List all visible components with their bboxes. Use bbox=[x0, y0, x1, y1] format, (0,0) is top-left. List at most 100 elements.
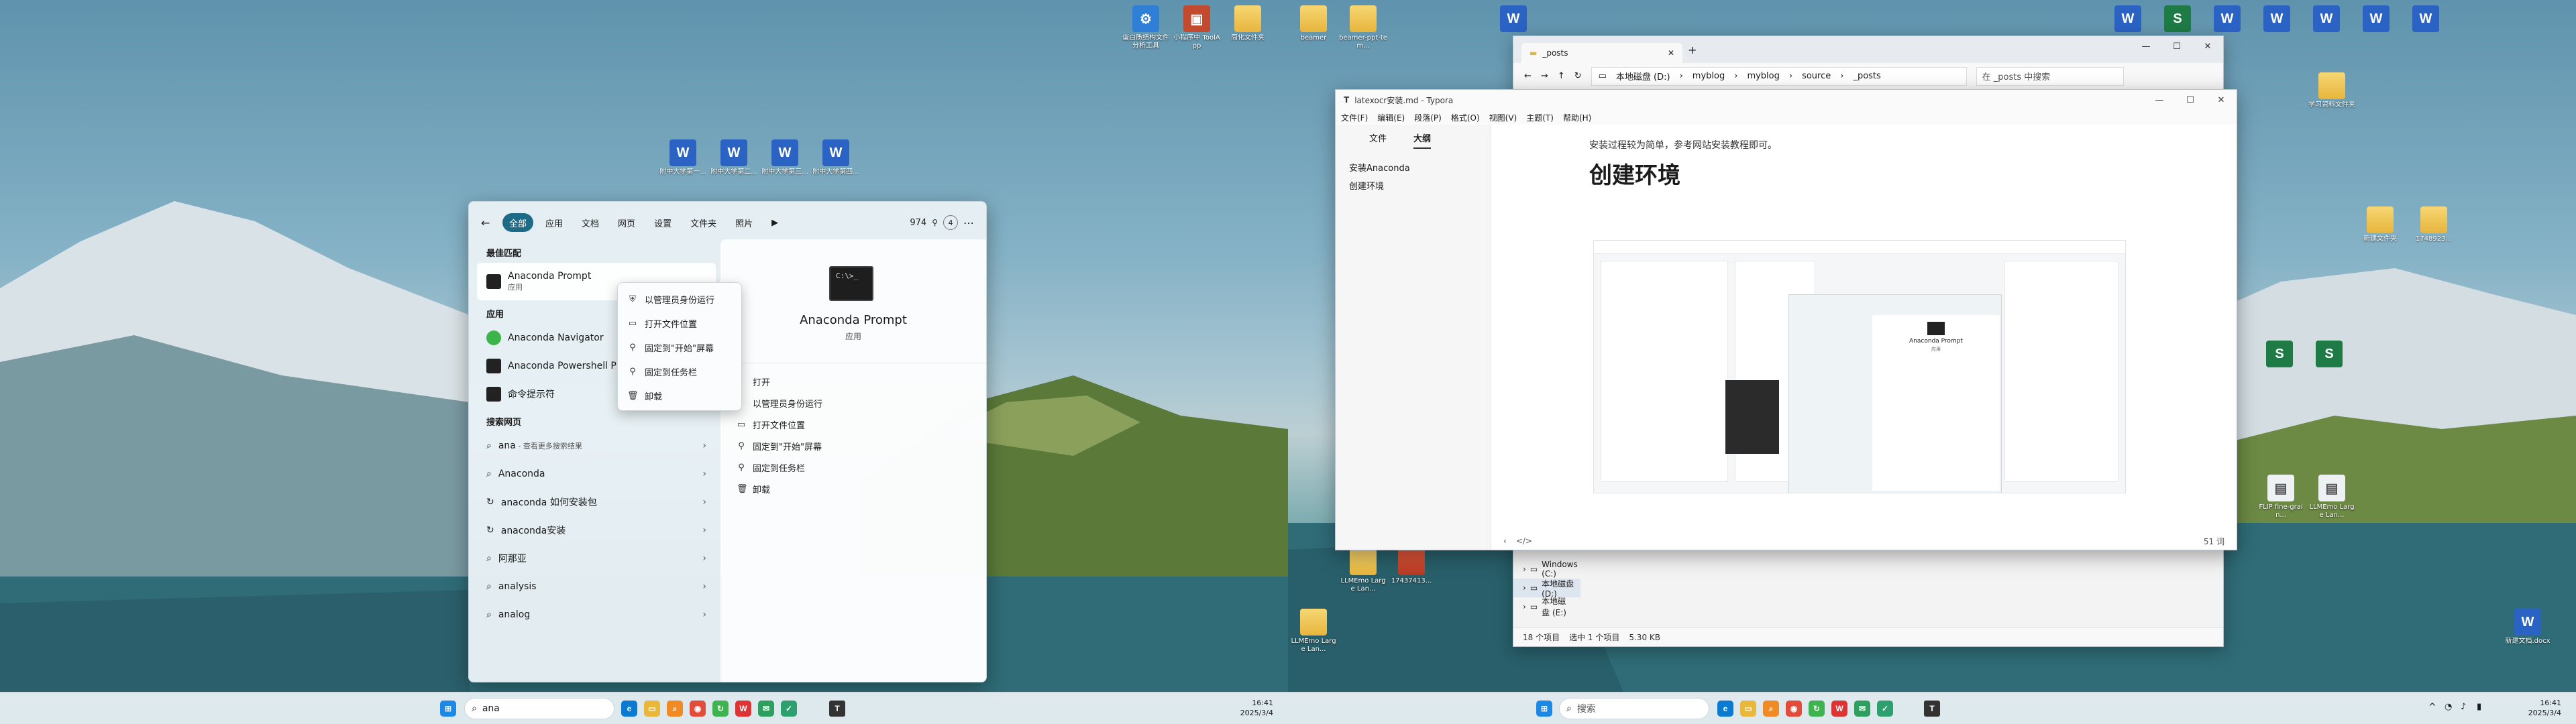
desktop-icon[interactable]: ▤ FLIP fine-grain... bbox=[2257, 475, 2305, 520]
typora-editor[interactable]: 安装过程较为简单，参考网站安装教程即可。 创建环境 Anaconda Promp… bbox=[1491, 125, 2237, 550]
nav-drive-e[interactable]: › ▭ 本地磁盘 (E:) bbox=[1513, 597, 1574, 617]
chrome-icon[interactable]: ◉ bbox=[1786, 701, 1802, 717]
edge-icon[interactable]: e bbox=[1717, 701, 1733, 717]
action-open[interactable]: 打开 bbox=[720, 371, 986, 392]
desktop-icon[interactable]: W 附中大学第四... bbox=[812, 139, 860, 176]
web-result[interactable]: ↻ anaconda 如何安装包 › bbox=[477, 488, 716, 516]
desktop-icon[interactable]: W bbox=[2352, 5, 2400, 34]
volume-icon[interactable]: ♪ bbox=[2461, 702, 2466, 712]
taskbar-search-input[interactable]: ⌕ ana bbox=[464, 698, 614, 719]
web-result[interactable]: ⌕ analysis › bbox=[477, 572, 716, 601]
tab-settings[interactable]: 设置 bbox=[647, 213, 678, 232]
minimize-icon[interactable]: — bbox=[2131, 36, 2161, 56]
back-arrow-icon[interactable]: ← bbox=[481, 217, 497, 229]
desktop-icon[interactable]: W bbox=[2203, 5, 2251, 34]
app-icon[interactable]: ↻ bbox=[1809, 701, 1825, 717]
outline-item[interactable]: 安装Anaconda bbox=[1336, 158, 1491, 176]
desktop-icon[interactable]: 1748923... bbox=[2410, 206, 2458, 243]
windows-start-icon[interactable]: ⊞ bbox=[440, 701, 456, 717]
desktop-icon[interactable]: ⚙ 蛋白质结构文件分析工具 bbox=[1122, 5, 1170, 50]
more-options-icon[interactable]: ⋯ bbox=[963, 217, 974, 229]
refresh-icon[interactable]: ↻ bbox=[1574, 71, 1582, 81]
new-tab-icon[interactable]: + bbox=[1688, 44, 1697, 56]
tab-outline[interactable]: 大纲 bbox=[1413, 131, 1432, 149]
desktop-icon[interactable]: LLMEmo Large Lan... bbox=[1289, 609, 1338, 654]
wps-icon[interactable]: W bbox=[735, 701, 751, 717]
back-arrow-icon[interactable]: ← bbox=[1524, 71, 1532, 81]
web-result[interactable]: ↻ anaconda安装 › bbox=[477, 516, 716, 544]
tab-apps[interactable]: 应用 bbox=[539, 213, 570, 232]
windows-start-icon[interactable]: ⊞ bbox=[1536, 701, 1552, 717]
menu-file[interactable]: 文件(F) bbox=[1341, 112, 1368, 123]
action-uninstall[interactable]: 🗑 卸载 bbox=[720, 478, 986, 499]
battery-icon[interactable]: ▮ bbox=[2477, 702, 2481, 712]
ctx-open-location[interactable]: ▭ 打开文件位置 bbox=[621, 311, 739, 335]
desktop-icon[interactable]: W bbox=[1489, 5, 1538, 34]
web-result[interactable]: ⌕ 阿那亚 › bbox=[477, 544, 716, 572]
wps-icon[interactable]: W bbox=[1831, 701, 1847, 717]
desktop-icon[interactable]: W 附中大学第二... bbox=[710, 139, 758, 176]
web-result[interactable]: ⌕ Anaconda › bbox=[477, 460, 716, 488]
tab-web[interactable]: 网页 bbox=[611, 213, 642, 232]
typora-icon[interactable]: T bbox=[829, 701, 845, 717]
desktop-icon[interactable]: S bbox=[2255, 341, 2304, 369]
ctx-pin-start[interactable]: ⚲ 固定到"开始"屏幕 bbox=[621, 335, 739, 359]
tab-files[interactable]: 文件 bbox=[1369, 131, 1387, 149]
file-explorer-icon[interactable]: ▭ bbox=[644, 701, 660, 717]
forward-arrow-icon[interactable]: → bbox=[1541, 71, 1548, 81]
tab-photos[interactable]: 照片 bbox=[729, 213, 759, 232]
tab-documents[interactable]: 文档 bbox=[575, 213, 606, 232]
menu-view[interactable]: 视图(V) bbox=[1489, 112, 1517, 123]
file-explorer-icon[interactable]: ▭ bbox=[1740, 701, 1756, 717]
play-more-icon[interactable]: ▶ bbox=[765, 213, 785, 232]
action-pin-taskbar[interactable]: ⚲ 固定到任务栏 bbox=[720, 457, 986, 478]
maximize-icon[interactable]: ☐ bbox=[2175, 90, 2206, 110]
sidebar-toggle-icon[interactable]: ‹ bbox=[1503, 536, 1507, 546]
wechat-icon[interactable]: ✉ bbox=[758, 701, 774, 717]
menu-help[interactable]: 帮助(H) bbox=[1563, 112, 1591, 123]
desktop-icon[interactable]: W bbox=[2302, 5, 2351, 34]
desktop-icon[interactable]: 17437413... bbox=[1387, 548, 1436, 585]
action-run-as-admin[interactable]: 以管理员身份运行 bbox=[720, 392, 986, 414]
desktop-icon[interactable]: 简化文件夹 bbox=[1224, 5, 1272, 42]
desktop-icon[interactable]: ▤ LLMEmo Large Lan... bbox=[2308, 475, 2356, 520]
desktop-icon[interactable]: W 新建文档.docx bbox=[2504, 609, 2552, 646]
explorer-tab[interactable]: ▬ _posts ✕ bbox=[1521, 43, 1682, 63]
taskbar-clock[interactable]: 16:41 2025/3/4 bbox=[1240, 698, 1273, 718]
menu-edit[interactable]: 编辑(E) bbox=[1377, 112, 1405, 123]
typora-icon[interactable]: T bbox=[1924, 701, 1940, 717]
breadcrumb-item[interactable]: 本地磁盘 (D:) bbox=[1616, 70, 1670, 82]
up-arrow-icon[interactable]: ↑ bbox=[1558, 71, 1565, 81]
taskbar-clock[interactable]: 16:41 2025/3/4 bbox=[2528, 698, 2561, 718]
web-result[interactable]: ⌕ ana - 查看更多搜索结果 › bbox=[477, 432, 716, 460]
app-icon[interactable]: ✓ bbox=[781, 701, 797, 717]
outline-item[interactable]: 创建环境 bbox=[1336, 176, 1491, 194]
nav-drive-c[interactable]: › ▭ Windows (C:) bbox=[1513, 560, 1578, 579]
menu-paragraph[interactable]: 段落(P) bbox=[1414, 112, 1442, 123]
wechat-icon[interactable]: ✉ bbox=[1854, 701, 1870, 717]
desktop-icon[interactable]: beamer bbox=[1289, 5, 1338, 42]
desktop-icon[interactable]: LLMEmo Large Lan... bbox=[1339, 548, 1387, 593]
breadcrumb-item[interactable]: _posts bbox=[1853, 71, 1880, 81]
app-icon[interactable]: ↻ bbox=[712, 701, 729, 717]
tray-chevron-icon[interactable]: ^ bbox=[2428, 702, 2436, 713]
word-count[interactable]: 51 词 bbox=[2204, 536, 2224, 547]
desktop-icon[interactable]: 新建文件夹 bbox=[2356, 206, 2404, 243]
desktop-icon[interactable]: W 附中大学第一... bbox=[659, 139, 707, 176]
action-pin-start[interactable]: ⚲ 固定到"开始"屏幕 bbox=[720, 435, 986, 457]
close-tab-icon[interactable]: ✕ bbox=[1668, 48, 1674, 58]
desktop-icon[interactable]: W bbox=[2253, 5, 2301, 34]
notification-badge[interactable]: 4 bbox=[943, 215, 958, 230]
desktop-icon[interactable]: S bbox=[2305, 341, 2353, 369]
menu-theme[interactable]: 主题(T) bbox=[1526, 112, 1554, 123]
desktop-icon[interactable]: W bbox=[2402, 5, 2450, 34]
web-result[interactable]: ⌕ analog › bbox=[477, 601, 716, 629]
search-tool-icon[interactable]: ⌕ bbox=[667, 701, 683, 717]
desktop-icon[interactable]: S bbox=[2153, 5, 2202, 34]
tab-folders[interactable]: 文件夹 bbox=[684, 213, 723, 232]
reward-points[interactable]: 974 bbox=[910, 218, 926, 228]
tab-all[interactable]: 全部 bbox=[502, 213, 534, 232]
ctx-run-as-admin[interactable]: ⛨ 以管理员身份运行 bbox=[621, 287, 739, 311]
nav-drive-d[interactable]: › ▭ 本地磁盘 (D:) bbox=[1513, 579, 1580, 599]
close-icon[interactable]: ✕ bbox=[2206, 90, 2237, 110]
